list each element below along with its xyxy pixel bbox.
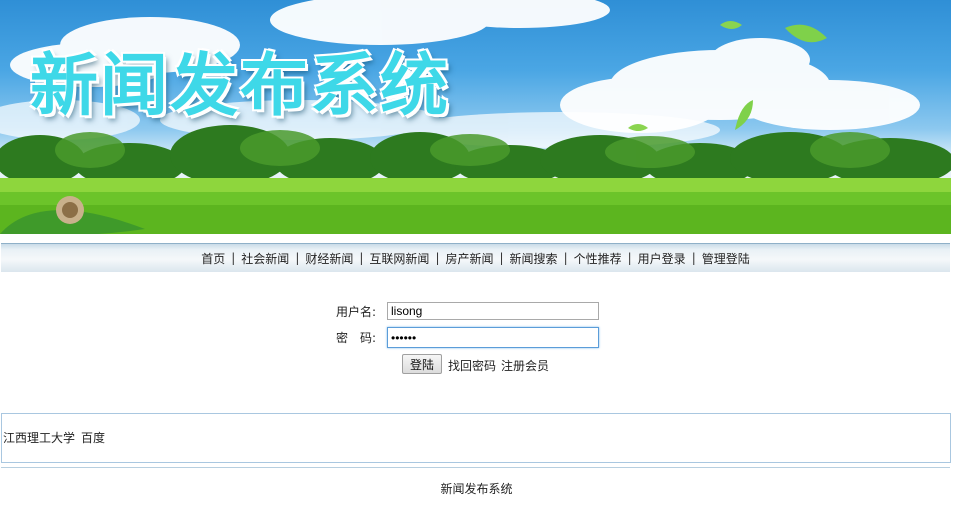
nav-item-social-news[interactable]: 社会新闻	[235, 250, 295, 267]
password-input[interactable]	[387, 327, 599, 348]
nav-item-finance-news[interactable]: 财经新闻	[299, 250, 359, 267]
forgot-password-link[interactable]: 找回密码	[448, 357, 496, 374]
username-label: 用户名:	[336, 305, 377, 319]
friend-links-box: 江西理工大学 百度	[1, 413, 951, 463]
username-input[interactable]	[387, 302, 599, 320]
nav-item-admin-login[interactable]: 管理登陆	[696, 250, 756, 267]
nav-item-realestate-news[interactable]: 房产新闻	[439, 250, 499, 267]
footer-copyright: 新闻发布系统	[440, 482, 513, 496]
nav-item-news-search[interactable]: 新闻搜索	[504, 250, 564, 267]
login-submit-button[interactable]: 登陆	[402, 354, 442, 374]
register-link[interactable]: 注册会员	[501, 357, 549, 374]
footer-divider	[1, 467, 950, 468]
site-logo-title: 新闻发布系统	[30, 47, 451, 126]
nav-item-user-login[interactable]: 用户登录	[632, 250, 692, 267]
friend-link-baidu[interactable]: 百度	[81, 429, 105, 446]
nav-item-home[interactable]: 首页	[195, 250, 231, 267]
main-nav: 首页 | 社会新闻 | 财经新闻 | 互联网新闻 | 房产新闻 | 新闻搜索 |…	[1, 243, 950, 272]
nav-item-internet-news[interactable]: 互联网新闻	[363, 250, 435, 267]
header-banner: 新闻发布系统	[0, 0, 951, 234]
nav-item-recommend[interactable]: 个性推荐	[568, 250, 628, 267]
password-label: 密 码:	[336, 331, 377, 345]
friend-link-jxust[interactable]: 江西理工大学	[3, 429, 75, 446]
